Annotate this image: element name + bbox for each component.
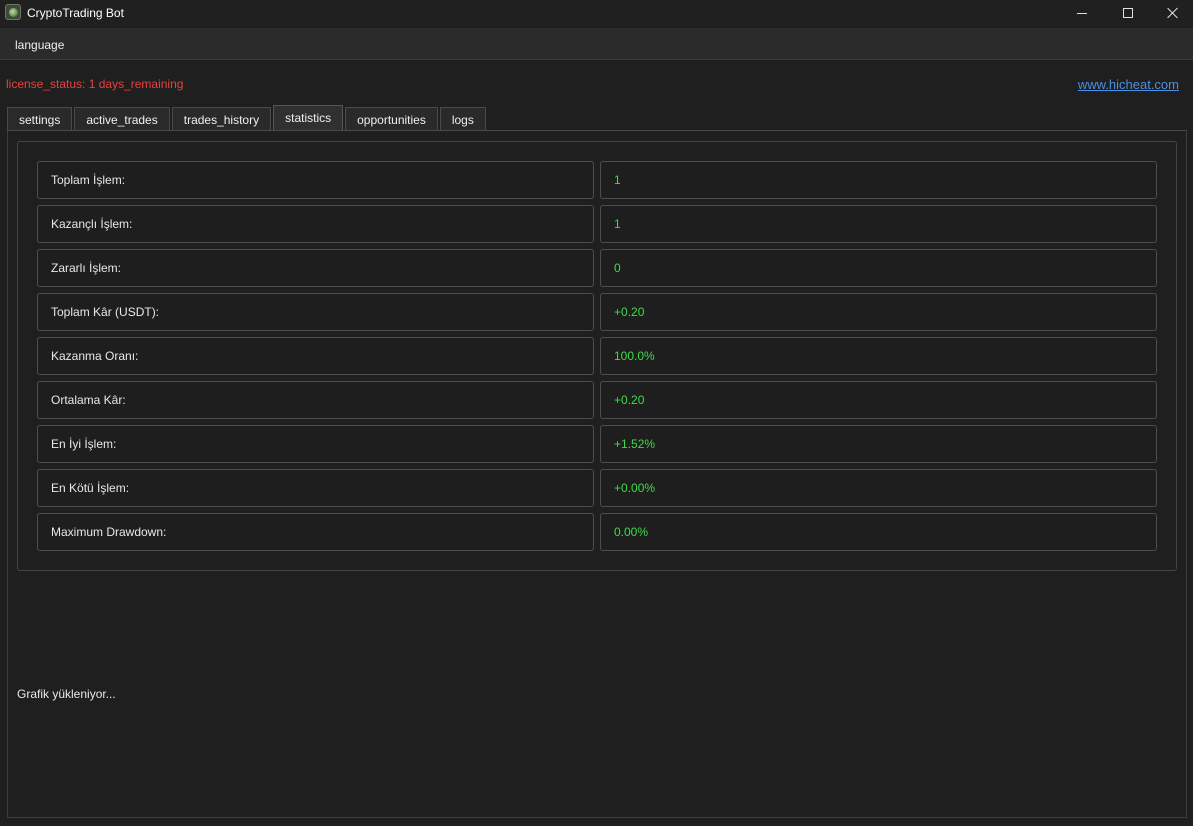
tab-trades-history[interactable]: trades_history: [171, 107, 272, 131]
maximize-icon: [1123, 8, 1133, 18]
stat-label: Ortalama Kâr:: [37, 381, 594, 419]
stat-label: Toplam İşlem:: [37, 161, 594, 199]
menu-bar: language: [0, 28, 1193, 60]
minimize-icon: [1077, 12, 1087, 14]
stat-value: +1.52%: [600, 425, 1157, 463]
stat-label: Maximum Drawdown:: [37, 513, 594, 551]
close-icon: [1167, 7, 1179, 19]
stat-value: +0.20: [600, 381, 1157, 419]
stat-value: 0.00%: [600, 513, 1157, 551]
tab-logs[interactable]: logs: [439, 107, 486, 131]
minimize-button[interactable]: [1059, 0, 1105, 26]
menu-language[interactable]: language: [15, 38, 64, 52]
stat-row: Maximum Drawdown: 0.00%: [37, 513, 1157, 551]
stat-row: En Kötü İşlem: +0.00%: [37, 469, 1157, 507]
stat-value: 1: [600, 205, 1157, 243]
stat-row: En İyi İşlem: +1.52%: [37, 425, 1157, 463]
tab-opportunities[interactable]: opportunities: [345, 107, 438, 131]
license-status: license_status: 1 days_remaining: [6, 77, 184, 91]
stat-row: Zararlı İşlem: 0: [37, 249, 1157, 287]
stat-value: 0: [600, 249, 1157, 287]
stat-value: +0.00%: [600, 469, 1157, 507]
stat-row: Toplam İşlem: 1: [37, 161, 1157, 199]
tab-settings[interactable]: settings: [7, 107, 73, 131]
stat-label: Kazançlı İşlem:: [37, 205, 594, 243]
chart-loading-text: Grafik yükleniyor...: [17, 687, 116, 701]
close-button[interactable]: [1150, 0, 1193, 26]
stat-label: Toplam Kâr (USDT):: [37, 293, 594, 331]
window-title: CryptoTrading Bot: [27, 6, 124, 20]
stat-label: En Kötü İşlem:: [37, 469, 594, 507]
stat-row: Kazanma Oranı: 100.0%: [37, 337, 1157, 375]
stat-value: 1: [600, 161, 1157, 199]
app-icon: [5, 4, 21, 20]
tab-active-trades[interactable]: active_trades: [74, 107, 170, 131]
title-bar: CryptoTrading Bot: [0, 0, 1193, 26]
stat-row: Toplam Kâr (USDT): +0.20: [37, 293, 1157, 331]
tab-statistics[interactable]: statistics: [273, 105, 344, 130]
stat-value: +0.20: [600, 293, 1157, 331]
stat-label: Zararlı İşlem:: [37, 249, 594, 287]
stat-row: Kazançlı İşlem: 1: [37, 205, 1157, 243]
stat-label: Kazanma Oranı:: [37, 337, 594, 375]
maximize-button[interactable]: [1105, 0, 1151, 26]
stat-row: Ortalama Kâr: +0.20: [37, 381, 1157, 419]
tab-bar: settings active_trades trades_history st…: [7, 105, 488, 131]
stat-value: 100.0%: [600, 337, 1157, 375]
stat-label: En İyi İşlem:: [37, 425, 594, 463]
website-link[interactable]: www.hicheat.com: [1078, 77, 1179, 92]
